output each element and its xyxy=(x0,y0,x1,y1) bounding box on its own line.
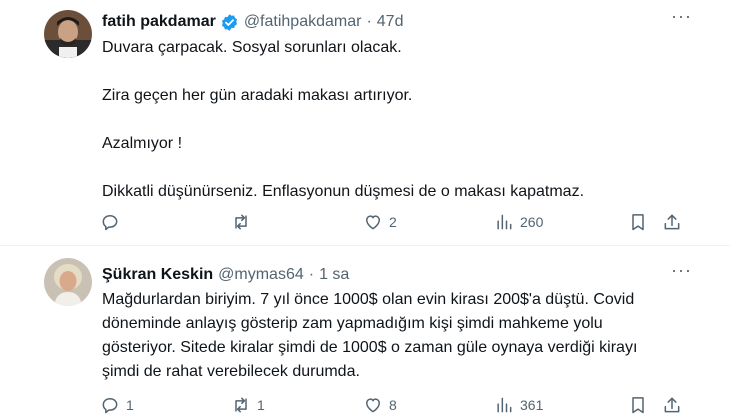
more-icon[interactable]: ··· xyxy=(671,6,692,27)
separator-dot: · xyxy=(366,13,372,30)
verified-badge-icon xyxy=(221,13,237,31)
tweet-text-line: Duvara çarpacak. Sosyal sorunları olacak… xyxy=(102,39,402,56)
tweet-text: Duvara çarpacak. Sosyal sorunları olacak… xyxy=(102,38,584,230)
views-count: 260 xyxy=(520,214,544,230)
like-button[interactable]: 8 xyxy=(363,395,397,415)
tweet-text-line: şimdi de rahat verebilecek durumda. xyxy=(102,363,360,380)
tweet-text: Mağdurlardan biriyim. 7 yıl önce 1000$ o… xyxy=(102,288,702,384)
reply-button[interactable] xyxy=(100,212,126,232)
retweet-count: 1 xyxy=(257,397,265,413)
reply-button[interactable]: 1 xyxy=(100,395,134,415)
views-button[interactable]: 361 xyxy=(494,395,543,415)
like-count: 8 xyxy=(389,397,397,413)
share-button[interactable] xyxy=(662,212,682,232)
views-button[interactable]: 260 xyxy=(494,212,543,232)
reply-icon xyxy=(102,215,118,231)
tweet[interactable]: fatih pakdamar @fatihpakdamar · 47d ··· … xyxy=(0,0,730,245)
tweet-text-line: gösteriyor. Sitede kiralar şimdi de 1000… xyxy=(102,339,638,356)
bookmark-icon xyxy=(632,214,644,231)
author-handle[interactable]: @mymas64 xyxy=(218,265,304,285)
avatar[interactable] xyxy=(44,258,92,306)
bookmark-button[interactable] xyxy=(628,395,648,415)
avatar[interactable] xyxy=(44,10,92,58)
share-button[interactable] xyxy=(662,395,682,415)
tweet-text-line: döneminde anlayış gösterip zam yapmadığı… xyxy=(102,315,603,332)
retweet-icon xyxy=(235,214,247,230)
retweet-icon xyxy=(235,397,247,413)
share-icon xyxy=(664,214,680,230)
tweet-text-line: Dikkatli düşünürseniz. Enflasyonun düşme… xyxy=(102,183,585,200)
author-handle[interactable]: @fatihpakdamar xyxy=(244,12,362,32)
views-count: 361 xyxy=(520,397,544,413)
more-icon[interactable]: ··· xyxy=(671,260,692,281)
like-icon xyxy=(366,215,380,230)
timestamp[interactable]: 47d xyxy=(377,12,404,32)
tweet-header: fatih pakdamar @fatihpakdamar · 47d xyxy=(102,12,403,32)
retweet-button[interactable]: 1 xyxy=(231,395,265,415)
action-bar: 2 260 xyxy=(0,212,730,234)
views-icon xyxy=(497,397,512,413)
share-icon xyxy=(664,397,680,413)
retweet-button[interactable] xyxy=(231,212,257,232)
reply-count: 1 xyxy=(126,397,134,413)
author-name[interactable]: fatih pakdamar xyxy=(102,12,216,32)
separator-dot: · xyxy=(308,266,315,283)
like-count: 2 xyxy=(389,214,397,230)
tweet-text-line: Zira geçen her gün aradaki makası artırı… xyxy=(102,87,413,104)
bookmark-icon xyxy=(632,397,644,414)
bookmark-button[interactable] xyxy=(628,212,648,232)
timestamp[interactable]: 1 sa xyxy=(319,265,349,285)
like-button[interactable]: 2 xyxy=(363,212,397,232)
like-icon xyxy=(366,398,380,413)
tweet-text-line: Mağdurlardan biriyim. 7 yıl önce 1000$ o… xyxy=(102,291,635,308)
tweet-text-line: Azalmıyor ! xyxy=(102,135,183,152)
action-bar: 1 1 8 361 xyxy=(0,395,730,417)
views-icon xyxy=(497,214,512,230)
reply-icon xyxy=(102,398,118,414)
tweet-header: Şükran Keskin @mymas64 · 1 sa xyxy=(102,265,349,285)
author-name[interactable]: Şükran Keskin xyxy=(102,265,213,285)
tweet[interactable]: Şükran Keskin @mymas64 · 1 sa ··· Mağdur… xyxy=(0,246,730,420)
